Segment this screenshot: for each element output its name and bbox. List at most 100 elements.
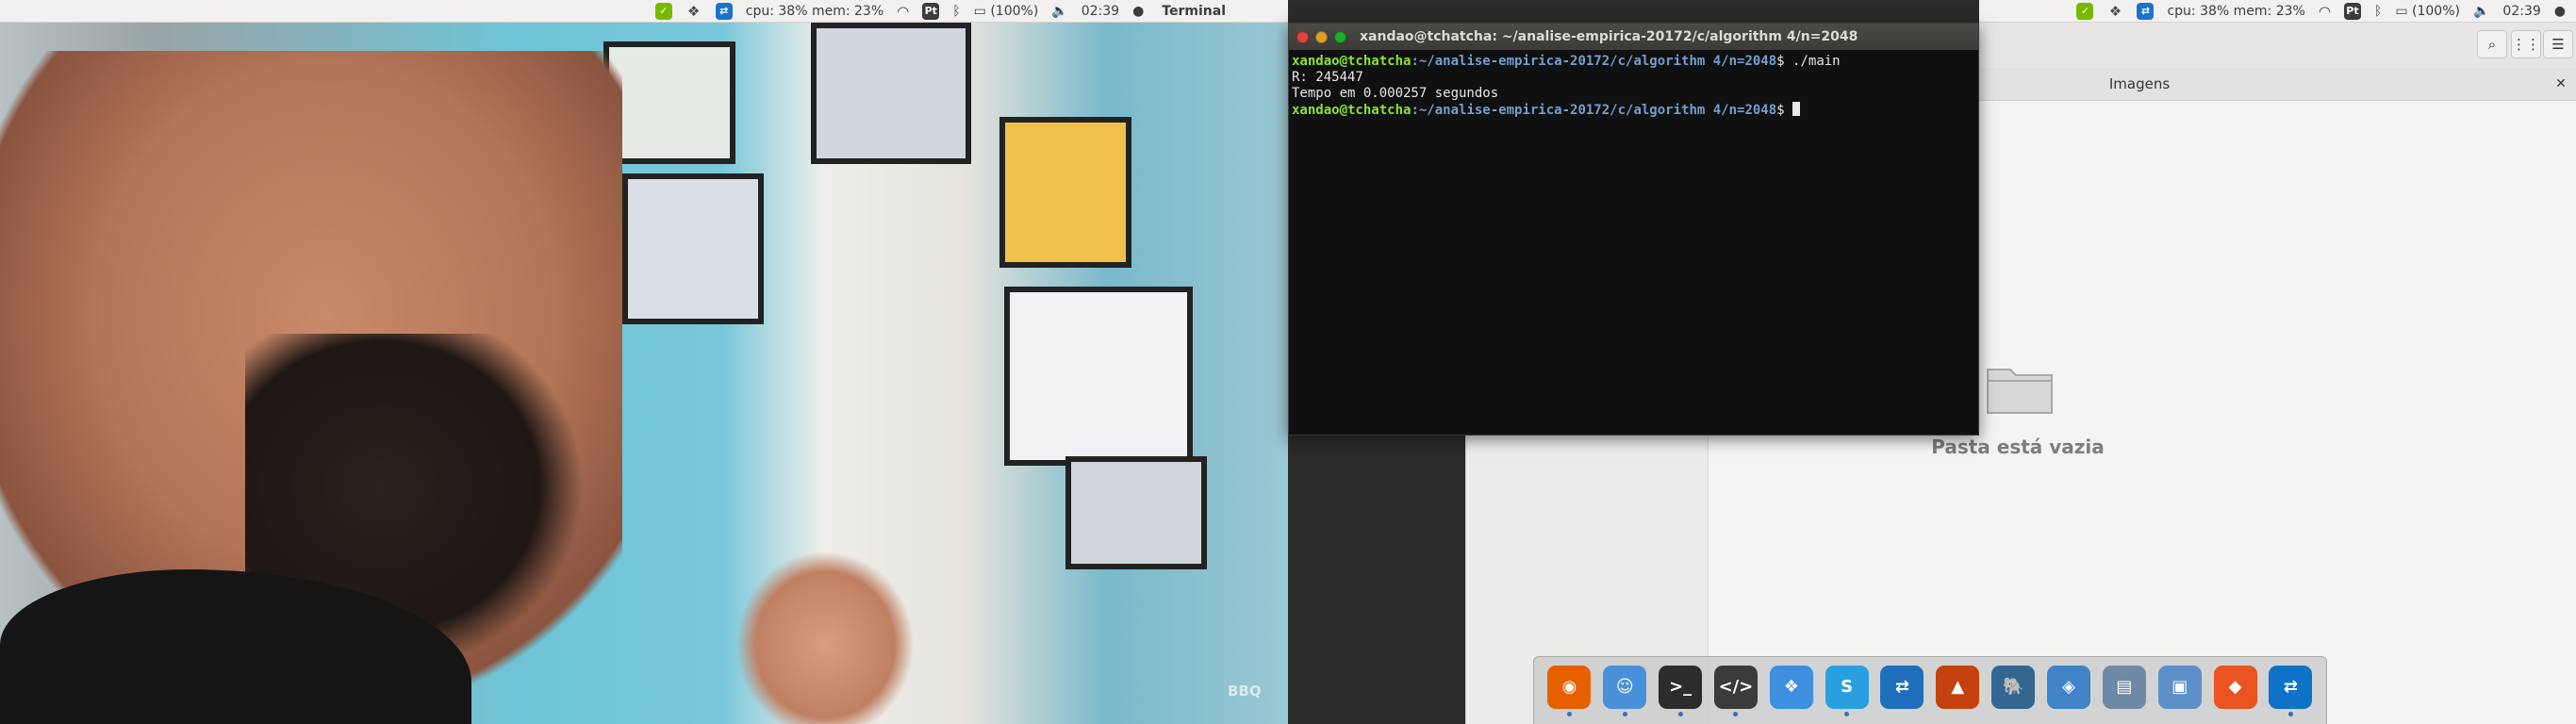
prompt-user: xandao@tchatcha xyxy=(1292,54,1412,69)
running-indicator xyxy=(2177,712,2182,716)
battery-indicator[interactable]: ▭ (100%) xyxy=(2395,4,2460,19)
teamviewer-icon: ⇄ xyxy=(1880,665,1924,709)
minimize-window-button[interactable] xyxy=(1315,30,1328,43)
video-player[interactable]: BBQ xyxy=(0,23,1288,724)
prompt-user: xandao@tchatcha xyxy=(1292,103,1412,118)
prompt-path: :~/analise-empirica-20172/c/algorithm 4/… xyxy=(1411,103,1777,118)
wall-poster-frame xyxy=(999,117,1131,268)
menu-button[interactable]: ☰ xyxy=(2543,30,2573,58)
top-panel-left: ✓ ❖ ⇄ cpu: 38% mem: 23% ◠ Pt ᛒ ▭ (100%) … xyxy=(0,0,1288,23)
terminal-output[interactable]: xandao@tchatcha:~/analise-empirica-20172… xyxy=(1289,50,1978,123)
running-indicator xyxy=(2067,712,2072,716)
wifi-icon[interactable]: ◠ xyxy=(2319,3,2331,20)
dock-item-ubuntu-software[interactable]: ◆ xyxy=(2213,665,2258,716)
battery-label: (100%) xyxy=(990,3,1039,19)
remmina-icon: ▤ xyxy=(2102,665,2146,709)
running-indicator xyxy=(1733,711,1739,716)
top-panel-right: ✓ ❖ ⇄ cpu: 38% mem: 23% ◠ Pt ᛒ ▭ (100%) … xyxy=(1979,0,2576,23)
firefox-icon: ◉ xyxy=(1547,665,1592,709)
teamviewer-tray-icon[interactable]: ⇄ xyxy=(715,2,733,20)
battery-indicator[interactable]: ▭ (100%) xyxy=(974,4,1039,19)
dropbox-tray-icon[interactable]: ❖ xyxy=(2106,3,2123,20)
dock-item-code-editor[interactable]: </> xyxy=(1713,665,1759,716)
dock-item-finder[interactable]: ☺ xyxy=(1602,665,1647,716)
search-button[interactable]: ⌕ xyxy=(2477,30,2507,58)
empty-folder-icon xyxy=(1987,369,2053,414)
search-icon: ⌕ xyxy=(2487,36,2497,53)
terminal-title: xandao@tchatcha: ~/analise-empirica-2017… xyxy=(1360,29,1858,44)
dock-item-teamviewer-2[interactable]: ⇄ xyxy=(2268,665,2313,716)
close-window-button[interactable] xyxy=(1296,30,1309,43)
wall-poster-frame xyxy=(811,23,971,164)
system-monitor[interactable]: cpu: 38% mem: 23% xyxy=(746,4,883,19)
view-toggle-button[interactable]: ⋮⋮ xyxy=(2511,30,2541,58)
dock-item-mysql-workbench[interactable]: ◈ xyxy=(2046,665,2091,716)
grid-icon: ⋮⋮ xyxy=(2512,36,2540,53)
wall-poster-frame xyxy=(1065,456,1207,569)
volume-icon[interactable]: 🔈 xyxy=(1051,4,1067,19)
nvidia-icon[interactable]: ✓ xyxy=(2076,2,2094,20)
finder-icon: ☺ xyxy=(1603,665,1647,709)
bluetooth-icon[interactable]: ᛒ xyxy=(952,4,960,19)
wall-poster-frame xyxy=(603,41,735,164)
wifi-icon[interactable]: ◠ xyxy=(897,3,909,20)
apple-menu-icon[interactable]: ● xyxy=(2554,4,2566,19)
bluetooth-icon[interactable]: ᛒ xyxy=(2374,4,2382,19)
dock-item-postgres[interactable]: 🐘 xyxy=(1990,665,2036,716)
dock-item-dropbox[interactable]: ❖ xyxy=(1769,665,1814,716)
empty-folder-message: Pasta está vazia xyxy=(1931,436,2105,458)
dock-item-teamviewer[interactable]: ⇄ xyxy=(1879,665,1924,716)
command-text: $ ./main xyxy=(1776,54,1841,69)
matlab-icon: ▲ xyxy=(1936,665,1980,709)
active-app-name[interactable]: Terminal xyxy=(1162,4,1226,19)
terminal-line: R: 245447 xyxy=(1292,70,1363,85)
dock-item-matlab[interactable]: ▲ xyxy=(1935,665,1980,716)
wall-poster-frame xyxy=(622,173,764,324)
keyboard-layout-indicator[interactable]: Pt xyxy=(922,2,940,20)
running-indicator xyxy=(1789,712,1793,716)
system-monitor[interactable]: cpu: 38% mem: 23% xyxy=(2167,4,2304,19)
terminal-window[interactable]: xandao@tchatcha: ~/analise-empirica-2017… xyxy=(1288,23,1979,436)
running-indicator xyxy=(1566,711,1572,716)
clock[interactable]: 02:39 xyxy=(1082,4,1119,19)
teamviewer-tray-icon[interactable]: ⇄ xyxy=(2137,2,2155,20)
virtualbox-icon: ▣ xyxy=(2157,665,2202,709)
dock-item-firefox[interactable]: ◉ xyxy=(1546,665,1592,716)
clock[interactable]: 02:39 xyxy=(2502,4,2540,19)
apple-menu-icon[interactable]: ● xyxy=(1132,4,1144,19)
running-indicator xyxy=(1844,711,1850,716)
mysql-workbench-icon: ◈ xyxy=(2047,665,2091,709)
command-text: $ xyxy=(1776,103,1793,118)
dock-item-virtualbox[interactable]: ▣ xyxy=(2157,665,2203,716)
dock-item-terminal[interactable]: >_ xyxy=(1658,665,1703,716)
running-indicator xyxy=(1622,711,1627,716)
close-tab-icon[interactable]: ✕ xyxy=(2552,75,2569,92)
running-indicator xyxy=(2011,712,2016,716)
battery-icon: ▭ xyxy=(973,3,986,19)
dock-item-remmina[interactable]: ▤ xyxy=(2102,665,2147,716)
dock-item-skype[interactable]: S xyxy=(1825,665,1870,716)
terminal-line: Tempo em 0.000257 segundos xyxy=(1292,86,1499,101)
running-indicator xyxy=(1900,712,1905,716)
battery-label: (100%) xyxy=(2412,3,2460,19)
running-indicator xyxy=(2122,712,2126,716)
code-editor-icon: </> xyxy=(1713,665,1758,709)
running-indicator xyxy=(2233,712,2237,716)
terminal-line: xandao@tchatcha:~/analise-empirica-20172… xyxy=(1292,54,1975,70)
terminal-cursor xyxy=(1792,102,1801,116)
volume-icon[interactable]: 🔈 xyxy=(2473,4,2489,19)
dock: ◉ ☺ >_ </> ❖ S ⇄ ▲ 🐘 ◈ ▤ ▣ ◆ ⇄ xyxy=(1533,656,2327,724)
nvidia-icon[interactable]: ✓ xyxy=(654,2,672,20)
keyboard-layout-indicator[interactable]: Pt xyxy=(2343,2,2361,20)
teamviewer-2-icon: ⇄ xyxy=(2269,665,2313,709)
skype-icon: S xyxy=(1825,665,1869,709)
wall-poster-frame xyxy=(1004,287,1193,466)
running-indicator xyxy=(2287,711,2293,716)
prompt-path: :~/analise-empirica-20172/c/algorithm 4/… xyxy=(1411,54,1777,69)
terminal-icon: >_ xyxy=(1659,665,1703,709)
dropbox-tray-icon[interactable]: ❖ xyxy=(685,3,702,20)
maximize-window-button[interactable] xyxy=(1334,30,1346,43)
terminal-titlebar[interactable]: xandao@tchatcha: ~/analise-empirica-2017… xyxy=(1289,24,1978,50)
dropbox-icon: ❖ xyxy=(1769,665,1813,709)
cpu-mem-label: cpu: 38% mem: 23% xyxy=(2167,3,2305,19)
